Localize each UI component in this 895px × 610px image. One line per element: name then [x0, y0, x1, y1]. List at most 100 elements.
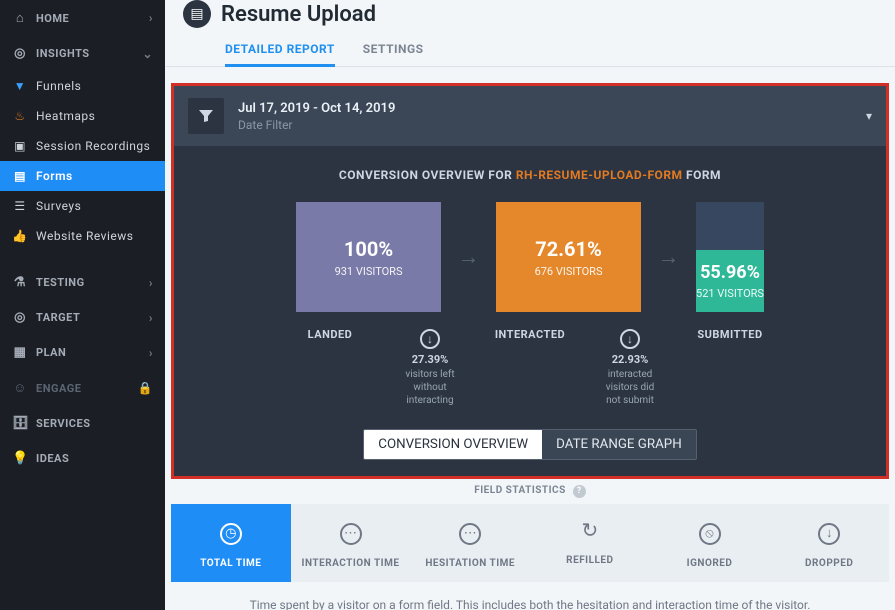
- bulb-icon: 💡: [12, 451, 28, 466]
- conversion-labels: LANDED ↓ 27.39% visitors left without in…: [174, 322, 886, 421]
- sidebar-item-website-reviews[interactable]: 👍 Website Reviews: [0, 221, 165, 251]
- field-stats-title: FIELD STATISTICS ?: [171, 485, 889, 498]
- nav-label: PLAN: [36, 346, 66, 359]
- home-icon: ⌂: [12, 10, 28, 26]
- like-icon: ☺: [12, 380, 28, 396]
- date-filter[interactable]: Jul 17, 2019 - Oct 14, 2019 Date Filter …: [174, 86, 886, 146]
- card-submitted: 55.96% 521 VISITORS: [696, 202, 764, 312]
- sidebar-item-label: Website Reviews: [36, 229, 133, 243]
- nav-insights[interactable]: ◎ INSIGHTS ⌄: [0, 36, 165, 71]
- chevron-right-icon: ›: [149, 311, 153, 325]
- target-icon: ◎: [12, 310, 28, 325]
- submitted-visitors: 521 VISITORS: [696, 287, 764, 300]
- nav-services[interactable]: 🗄 SERVICES: [0, 406, 165, 441]
- nav-label: INSIGHTS: [36, 47, 90, 60]
- chevron-right-icon: ›: [149, 276, 153, 290]
- conversion-title: CONVERSION OVERVIEW FOR RH-RESUME-UPLOAD…: [174, 146, 886, 202]
- card-landed: 100% 931 VISITORS: [296, 202, 441, 312]
- landed-visitors: 931 VISITORS: [335, 265, 403, 278]
- drop-icon: ↓: [818, 523, 840, 545]
- sidebar-item-forms[interactable]: ▤ Forms: [0, 161, 165, 191]
- toggle-conversion-overview[interactable]: CONVERSION OVERVIEW: [364, 430, 542, 459]
- chevron-right-icon: ›: [149, 11, 153, 25]
- tab-detailed-report[interactable]: DETAILED REPORT: [225, 34, 335, 66]
- down-arrow-icon: ↓: [620, 329, 640, 349]
- nav-label: IDEAS: [36, 452, 69, 465]
- label-submitted: SUBMITTED: [658, 328, 803, 407]
- down-arrow-icon: ↓: [420, 329, 440, 349]
- sidebar: ⌂ HOME › ◎ INSIGHTS ⌄ ▼ Funnels ♨ Heatma…: [0, 0, 165, 610]
- field-stats-tabs: ◷ TOTAL TIME ⋯ INTERACTION TIME ⋯ HESITA…: [171, 504, 889, 582]
- sidebar-item-surveys[interactable]: ☰ Surveys: [0, 191, 165, 221]
- page-tabs: DETAILED REPORT SETTINGS: [165, 28, 895, 67]
- sidebar-item-heatmaps[interactable]: ♨ Heatmaps: [0, 101, 165, 131]
- dropoff-1: ↓ 27.39% visitors left without interacti…: [403, 328, 458, 407]
- nav-label: TESTING: [36, 276, 85, 289]
- fstab-refilled[interactable]: ↻ REFILLED: [530, 504, 650, 582]
- face-icon: ⋯: [340, 523, 362, 545]
- briefcase-icon: 🗄: [12, 416, 28, 431]
- field-stats-description: Time spent by a visitor on a form field.…: [171, 582, 889, 610]
- calendar-icon: ▦: [12, 345, 28, 360]
- nav-home[interactable]: ⌂ HOME ›: [0, 0, 165, 36]
- conversion-cards: 100% 931 VISITORS → 72.61% 676 VISITORS …: [174, 202, 886, 322]
- form-icon: ▤: [12, 169, 28, 183]
- arrow-icon: →: [441, 202, 496, 312]
- fstab-dropped[interactable]: ↓ DROPPED: [769, 504, 889, 582]
- interacted-pct: 72.61%: [535, 237, 601, 261]
- view-toggle: CONVERSION OVERVIEW DATE RANGE GRAPH: [174, 421, 886, 476]
- refresh-icon: ↻: [534, 518, 646, 542]
- nav-label: TARGET: [36, 311, 80, 324]
- sidebar-item-label: Heatmaps: [36, 109, 95, 123]
- fstab-hesitation-time[interactable]: ⋯ HESITATION TIME: [410, 504, 530, 582]
- nav-plan[interactable]: ▦ PLAN ›: [0, 335, 165, 370]
- nav-target[interactable]: ◎ TARGET ›: [0, 300, 165, 335]
- page-title: Resume Upload: [221, 2, 376, 27]
- landed-pct: 100%: [344, 237, 393, 261]
- fstab-total-time[interactable]: ◷ TOTAL TIME: [171, 504, 291, 582]
- dropdown-icon: ▾: [866, 109, 872, 123]
- label-interacted: INTERACTED: [458, 328, 603, 407]
- chevron-right-icon: ›: [149, 346, 153, 360]
- content: Jul 17, 2019 - Oct 14, 2019 Date Filter …: [165, 67, 895, 610]
- lock-icon: 🔒: [138, 381, 153, 395]
- tab-settings[interactable]: SETTINGS: [363, 34, 424, 66]
- form-name: RH-RESUME-UPLOAD-FORM: [516, 168, 683, 182]
- face-meh-icon: ⋯: [459, 523, 481, 545]
- titlebar: ▤ Resume Upload: [165, 0, 895, 28]
- conversion-panel: Jul 17, 2019 - Oct 14, 2019 Date Filter …: [171, 83, 889, 479]
- arrow-icon: →: [641, 202, 696, 312]
- ignore-icon: ⦸: [699, 523, 721, 545]
- nav-testing[interactable]: ⚗ TESTING ›: [0, 265, 165, 300]
- sidebar-item-label: Surveys: [36, 199, 81, 213]
- clock-icon: ◷: [220, 523, 242, 545]
- nav-label: HOME: [36, 12, 69, 25]
- nav-label: ENGAGE: [36, 382, 81, 395]
- survey-icon: ☰: [12, 199, 28, 213]
- filter-icon: [188, 98, 224, 134]
- sidebar-item-session-recordings[interactable]: ▣ Session Recordings: [0, 131, 165, 161]
- label-landed: LANDED: [258, 328, 403, 407]
- flask-icon: ⚗: [12, 275, 28, 290]
- sidebar-item-label: Funnels: [36, 79, 81, 93]
- dropoff-2: ↓ 22.93% interacted visitors did not sub…: [603, 328, 658, 407]
- fstab-ignored[interactable]: ⦸ IGNORED: [650, 504, 770, 582]
- eye-icon: ◎: [12, 46, 28, 61]
- nav-ideas[interactable]: 💡 IDEAS: [0, 441, 165, 476]
- help-icon[interactable]: ?: [573, 485, 586, 498]
- video-icon: ▣: [12, 139, 28, 153]
- sidebar-item-label: Forms: [36, 169, 73, 183]
- thumb-icon: 👍: [12, 229, 28, 243]
- toggle-date-range-graph[interactable]: DATE RANGE GRAPH: [542, 430, 696, 459]
- nav-engage[interactable]: ☺ ENGAGE 🔒: [0, 370, 165, 406]
- interacted-visitors: 676 VISITORS: [535, 265, 603, 278]
- page-icon: ▤: [183, 0, 211, 28]
- date-label: Date Filter: [238, 118, 395, 132]
- submitted-pct: 55.96%: [700, 262, 760, 283]
- fstab-interaction-time[interactable]: ⋯ INTERACTION TIME: [291, 504, 411, 582]
- sidebar-item-label: Session Recordings: [36, 139, 150, 153]
- chevron-down-icon: ⌄: [142, 47, 153, 61]
- card-interacted: 72.61% 676 VISITORS: [496, 202, 641, 312]
- flame-icon: ♨: [12, 109, 28, 123]
- sidebar-item-funnels[interactable]: ▼ Funnels: [0, 71, 165, 101]
